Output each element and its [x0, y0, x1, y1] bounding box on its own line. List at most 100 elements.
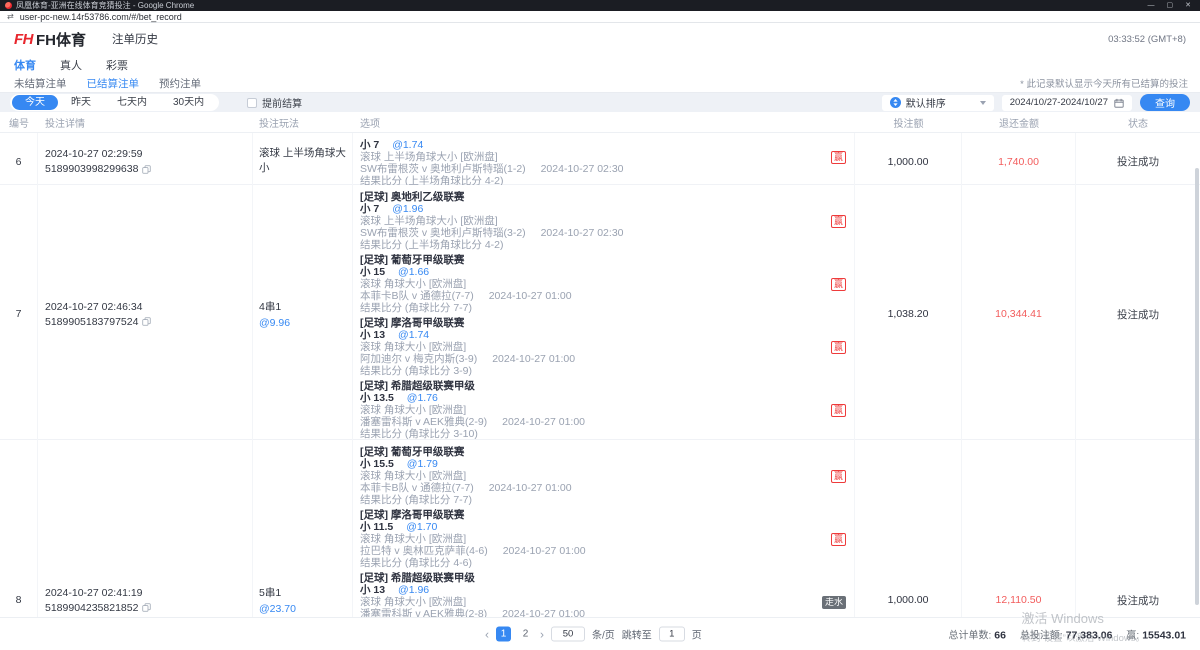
- page-2[interactable]: 2: [518, 627, 533, 642]
- leg-market: 滚球 上半场角球大小 [欧洲盘]: [360, 215, 820, 227]
- return-amount: 10,344.41: [995, 308, 1042, 320]
- leg-market: 滚球 角球大小 [欧洲盘]: [360, 341, 820, 353]
- col-return-amount: 退还金额: [962, 112, 1076, 132]
- sort-icon: [890, 97, 901, 108]
- leg-result-badge: 赢: [831, 533, 846, 546]
- leg-league: [足球] 葡萄牙甲级联赛: [360, 254, 820, 266]
- checkbox-label: 提前结算: [262, 95, 302, 110]
- col-id: 编号: [0, 112, 38, 132]
- date-range-value: 2024/10/27-2024/10/27: [1010, 97, 1108, 108]
- row-id: 6: [0, 133, 38, 190]
- leg-odds: @1.79: [407, 458, 438, 470]
- date-range-input[interactable]: 2024/10/27-2024/10/27: [1002, 95, 1132, 111]
- pill-today[interactable]: 今天: [12, 95, 58, 110]
- tab-lottery[interactable]: 彩票: [106, 57, 128, 73]
- sort-dropdown[interactable]: 默认排序: [882, 95, 994, 111]
- early-settle-checkbox[interactable]: 提前结算: [247, 95, 302, 110]
- leg-option: 小 15.5: [360, 458, 394, 470]
- subtab-reserved[interactable]: 预约注单: [159, 76, 201, 91]
- leg-result: 结果比分 (角球比分 7-7): [360, 302, 820, 314]
- copy-icon[interactable]: [142, 317, 151, 326]
- windows-activation-watermark: 激活 Windows 转到“设置”以激活 Windows。: [1021, 608, 1145, 644]
- total-win: 15543.01: [1142, 630, 1186, 642]
- leg-market: 滚球 角球大小 [欧洲盘]: [360, 470, 820, 482]
- bet-time: 2024-10-27 02:46:34: [45, 301, 252, 313]
- bet-leg: [足球] 摩洛哥甲级联赛 小 11.5 @1.70 滚球 角球大小 [欧洲盘] …: [360, 509, 854, 569]
- bet-status: 投注成功: [1076, 185, 1200, 443]
- leg-result-badge: 赢: [831, 278, 846, 291]
- site-favicon: [5, 2, 12, 9]
- play-type: 4串1: [259, 299, 352, 314]
- leg-match: 本菲卡B队 v 通德拉(7-7): [360, 290, 474, 302]
- leg-result: 结果比分 (角球比分 4-6): [360, 557, 820, 569]
- jump-page-input[interactable]: [659, 627, 685, 642]
- next-page-icon[interactable]: ›: [540, 629, 544, 639]
- leg-option: 小 13.5: [360, 392, 394, 404]
- sub-tabs: 未结算注单 已结算注单 预约注单 * 此记录默认显示今天所有已结算的投注: [0, 74, 1200, 93]
- leg-league: [足球] 葡萄牙甲级联赛: [360, 446, 820, 458]
- scrollbar[interactable]: [1195, 168, 1199, 605]
- leg-result-badge: 赢: [831, 404, 846, 417]
- prev-page-icon[interactable]: ‹: [485, 629, 489, 639]
- leg-market: 滚球 角球大小 [欧洲盘]: [360, 404, 820, 416]
- leg-match: 本菲卡B队 v 通德拉(7-7): [360, 482, 474, 494]
- play-odds: @23.70: [259, 603, 352, 615]
- leg-odds: @1.70: [406, 521, 437, 533]
- footer-bar: ‹ 1 2 › 条/页 跳转至 页 总计单数:66 总投注额:77,383.06…: [0, 617, 1200, 650]
- leg-league: [足球] 希腊超级联赛甲级: [360, 380, 820, 392]
- url-text[interactable]: user-pc-new.14r53786.com/#/bet_record: [20, 12, 182, 22]
- bet-leg: [足球] 葡萄牙甲级联赛 小 15.5 @1.79 滚球 角球大小 [欧洲盘] …: [360, 446, 854, 506]
- server-clock: 03:33:52 (GMT+8): [1108, 34, 1186, 45]
- leg-match-time: 2024-10-27 01:00: [492, 353, 575, 365]
- table-header: 编号 投注详情 投注玩法 选项 投注额 退还金额 状态: [0, 112, 1200, 133]
- tab-sports[interactable]: 体育: [14, 57, 36, 73]
- logo-fh-mark: FH: [14, 31, 33, 48]
- url-bar[interactable]: ⇄ user-pc-new.14r53786.com/#/bet_record: [0, 11, 1200, 23]
- leg-match: SW布雷根茨 v 奥地利卢斯特瑙(3-2): [360, 227, 526, 239]
- leg-league: [足球] 奥地利乙级联赛: [360, 191, 820, 203]
- bet-leg: [足球] 葡萄牙甲级联赛 小 15 @1.66 滚球 角球大小 [欧洲盘] 本菲…: [360, 254, 854, 314]
- leg-option: 小 7: [360, 139, 379, 151]
- return-amount: 1,740.00: [998, 156, 1039, 168]
- leg-match-time: 2024-10-27 01:00: [502, 416, 585, 428]
- chevron-down-icon: [980, 101, 986, 105]
- minimize-icon[interactable]: —: [1148, 0, 1155, 11]
- page-title: 注单历史: [112, 31, 158, 47]
- close-icon[interactable]: ✕: [1185, 0, 1191, 11]
- pill-7days[interactable]: 七天内: [104, 95, 160, 110]
- primary-tabs: 体育 真人 彩票: [0, 55, 1200, 74]
- table-body: 6 2024-10-27 02:29:59 5189903998299638 滚…: [0, 133, 1200, 650]
- bet-leg: 小 7 @1.74 滚球 上半场角球大小 [欧洲盘] SW布雷根茨 v 奥地利卢…: [360, 139, 854, 187]
- leg-odds: @1.96: [398, 584, 429, 596]
- col-play: 投注玩法: [253, 112, 353, 132]
- copy-icon[interactable]: [142, 603, 151, 612]
- leg-odds: @1.96: [392, 203, 423, 215]
- copy-icon[interactable]: [142, 165, 151, 174]
- pill-yesterday[interactable]: 昨天: [58, 95, 104, 110]
- subtab-settled[interactable]: 已结算注单: [87, 76, 140, 91]
- pagination: ‹ 1 2 › 条/页 跳转至 页: [485, 627, 702, 642]
- play-type: 5串1: [259, 585, 352, 600]
- calendar-icon: [1114, 98, 1124, 108]
- leg-market: 滚球 角球大小 [欧洲盘]: [360, 596, 820, 608]
- checkbox-icon[interactable]: [247, 98, 257, 108]
- pill-30days[interactable]: 30天内: [160, 95, 217, 110]
- legs: 小 7 @1.74 滚球 上半场角球大小 [欧洲盘] SW布雷根茨 v 奥地利卢…: [353, 133, 855, 190]
- maximize-icon[interactable]: ▢: [1167, 0, 1174, 11]
- search-button[interactable]: 查询: [1140, 94, 1190, 111]
- leg-option: 小 13: [360, 329, 385, 341]
- table-row: 6 2024-10-27 02:29:59 5189903998299638 滚…: [0, 133, 1200, 185]
- bet-number: 5189904235821852: [45, 602, 138, 614]
- bet-number: 5189905183797524: [45, 316, 138, 328]
- page-1[interactable]: 1: [496, 627, 511, 642]
- logo-text: FH体育: [36, 29, 86, 50]
- sort-selected-value: 默认排序: [906, 95, 975, 110]
- page-size-input[interactable]: [551, 627, 585, 642]
- tab-live-casino[interactable]: 真人: [60, 57, 82, 73]
- leg-result: 结果比分 (上半场角球比分 4-2): [360, 239, 820, 251]
- bet-leg: [足球] 希腊超级联赛甲级 小 13.5 @1.76 滚球 角球大小 [欧洲盘]…: [360, 380, 854, 440]
- subtab-unsettled[interactable]: 未结算注单: [14, 76, 67, 91]
- window-title: 凤凰体育-亚洲在线体育竞猜投注 - Google Chrome: [16, 0, 194, 11]
- leg-market: 滚球 角球大小 [欧洲盘]: [360, 278, 820, 290]
- bet-leg: [足球] 奥地利乙级联赛 小 7 @1.96 滚球 上半场角球大小 [欧洲盘] …: [360, 191, 854, 251]
